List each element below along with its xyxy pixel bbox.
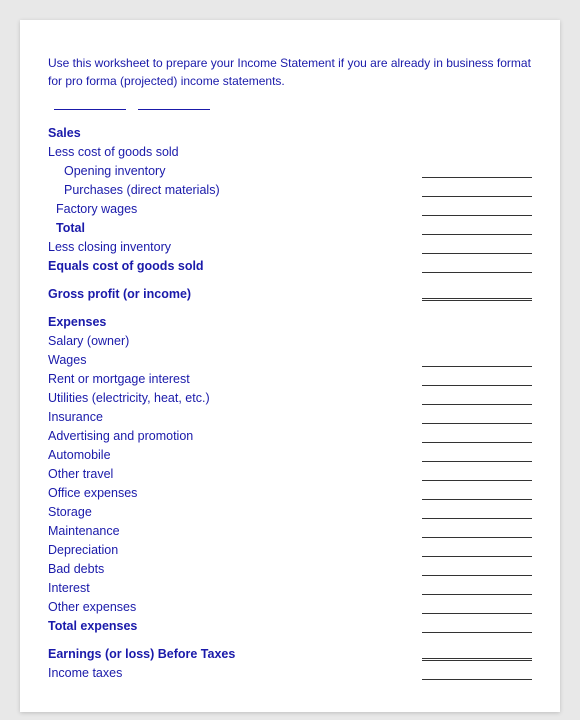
- row-label: Other expenses: [48, 600, 136, 614]
- row-label: Other travel: [48, 467, 113, 481]
- row-label: Maintenance: [48, 524, 120, 538]
- row-label: Interest: [48, 581, 90, 595]
- input-line[interactable]: [422, 467, 532, 481]
- table-row: Rent or mortgage interest: [48, 368, 532, 386]
- input-line[interactable]: [422, 221, 532, 235]
- input-line[interactable]: [422, 600, 532, 614]
- table-row: Storage: [48, 501, 532, 519]
- table-row: Depreciation: [48, 539, 532, 557]
- section-gross-profit: Gross profit (or income): [48, 283, 532, 301]
- row-label: Utilities (electricity, heat, etc.): [48, 391, 210, 405]
- table-row: Automobile: [48, 444, 532, 462]
- input-line[interactable]: [422, 372, 532, 386]
- table-row: Insurance: [48, 406, 532, 424]
- row-label: Automobile: [48, 448, 111, 462]
- table-row: Income taxes: [48, 662, 532, 680]
- row-label: Less cost of goods sold: [48, 145, 179, 159]
- table-row: Salary (owner): [48, 330, 532, 348]
- row-label: Income taxes: [48, 666, 122, 680]
- row-label: Less closing inventory: [48, 240, 171, 254]
- input-line[interactable]: [422, 164, 532, 178]
- row-label: Equals cost of goods sold: [48, 259, 204, 273]
- input-line[interactable]: [422, 543, 532, 557]
- input-line[interactable]: [422, 183, 532, 197]
- input-line[interactable]: [422, 647, 532, 661]
- input-line[interactable]: [422, 562, 532, 576]
- page: Use this worksheet to prepare your Incom…: [20, 20, 560, 712]
- description: Use this worksheet to prepare your Incom…: [48, 54, 532, 90]
- row-label: Opening inventory: [48, 164, 165, 178]
- row-label: Factory wages: [48, 202, 137, 216]
- input-line[interactable]: [422, 505, 532, 519]
- section-sales: Sales Less cost of goods sold Opening inve…: [48, 122, 532, 273]
- row-label: Depreciation: [48, 543, 118, 557]
- row-label: Salary (owner): [48, 334, 129, 348]
- table-row: Total: [48, 217, 532, 235]
- table-row: Factory wages: [48, 198, 532, 216]
- row-label: Expenses: [48, 315, 106, 329]
- table-row: Equals cost of goods sold: [48, 255, 532, 273]
- row-label: Storage: [48, 505, 92, 519]
- table-row: Interest: [48, 577, 532, 595]
- table-row: Bad debts: [48, 558, 532, 576]
- input-line[interactable]: [422, 202, 532, 216]
- row-label: Bad debts: [48, 562, 104, 576]
- row-label: Total expenses: [48, 619, 137, 633]
- input-line[interactable]: [422, 391, 532, 405]
- table-row: Utilities (electricity, heat, etc.): [48, 387, 532, 405]
- table-row: Maintenance: [48, 520, 532, 538]
- period-to-line[interactable]: [138, 109, 210, 110]
- row-label: Wages: [48, 353, 86, 367]
- row-label: Total: [48, 221, 85, 235]
- input-line[interactable]: [422, 410, 532, 424]
- section-earnings: Earnings (or loss) Before Taxes Income ta…: [48, 643, 532, 680]
- input-line[interactable]: [422, 429, 532, 443]
- period-from-line[interactable]: [54, 109, 126, 110]
- input-line[interactable]: [422, 524, 532, 538]
- table-row: Purchases (direct materials): [48, 179, 532, 197]
- row-label: Insurance: [48, 410, 103, 424]
- section-expenses: Expenses Salary (owner) Wages Rent or mortg…: [48, 311, 532, 633]
- input-line[interactable]: [422, 666, 532, 680]
- table-row: Other expenses: [48, 596, 532, 614]
- table-row: Total expenses: [48, 615, 532, 633]
- row-label: Sales: [48, 126, 81, 140]
- input-line[interactable]: [422, 448, 532, 462]
- input-line[interactable]: [422, 486, 532, 500]
- table-row: Wages: [48, 349, 532, 367]
- input-line[interactable]: [422, 581, 532, 595]
- row-label: Office expenses: [48, 486, 137, 500]
- table-row: Office expenses: [48, 482, 532, 500]
- row-label: Advertising and promotion: [48, 429, 193, 443]
- table-row: Earnings (or loss) Before Taxes: [48, 643, 532, 661]
- input-line[interactable]: [422, 240, 532, 254]
- table-row: Expenses: [48, 311, 532, 329]
- row-label: Rent or mortgage interest: [48, 372, 190, 386]
- table-row: Less cost of goods sold: [48, 141, 532, 159]
- table-row: Less closing inventory: [48, 236, 532, 254]
- table-row: Advertising and promotion: [48, 425, 532, 443]
- row-label: Purchases (direct materials): [48, 183, 220, 197]
- input-line[interactable]: [422, 287, 532, 301]
- input-line[interactable]: [422, 259, 532, 273]
- row-label: Gross profit (or income): [48, 287, 191, 301]
- input-line[interactable]: [422, 353, 532, 367]
- input-line[interactable]: [422, 619, 532, 633]
- table-row: Gross profit (or income): [48, 283, 532, 301]
- form-body: Sales Less cost of goods sold Opening inve…: [48, 122, 532, 680]
- row-label: Earnings (or loss) Before Taxes: [48, 647, 235, 661]
- table-row: Sales: [48, 122, 532, 140]
- table-row: Opening inventory: [48, 160, 532, 178]
- table-row: Other travel: [48, 463, 532, 481]
